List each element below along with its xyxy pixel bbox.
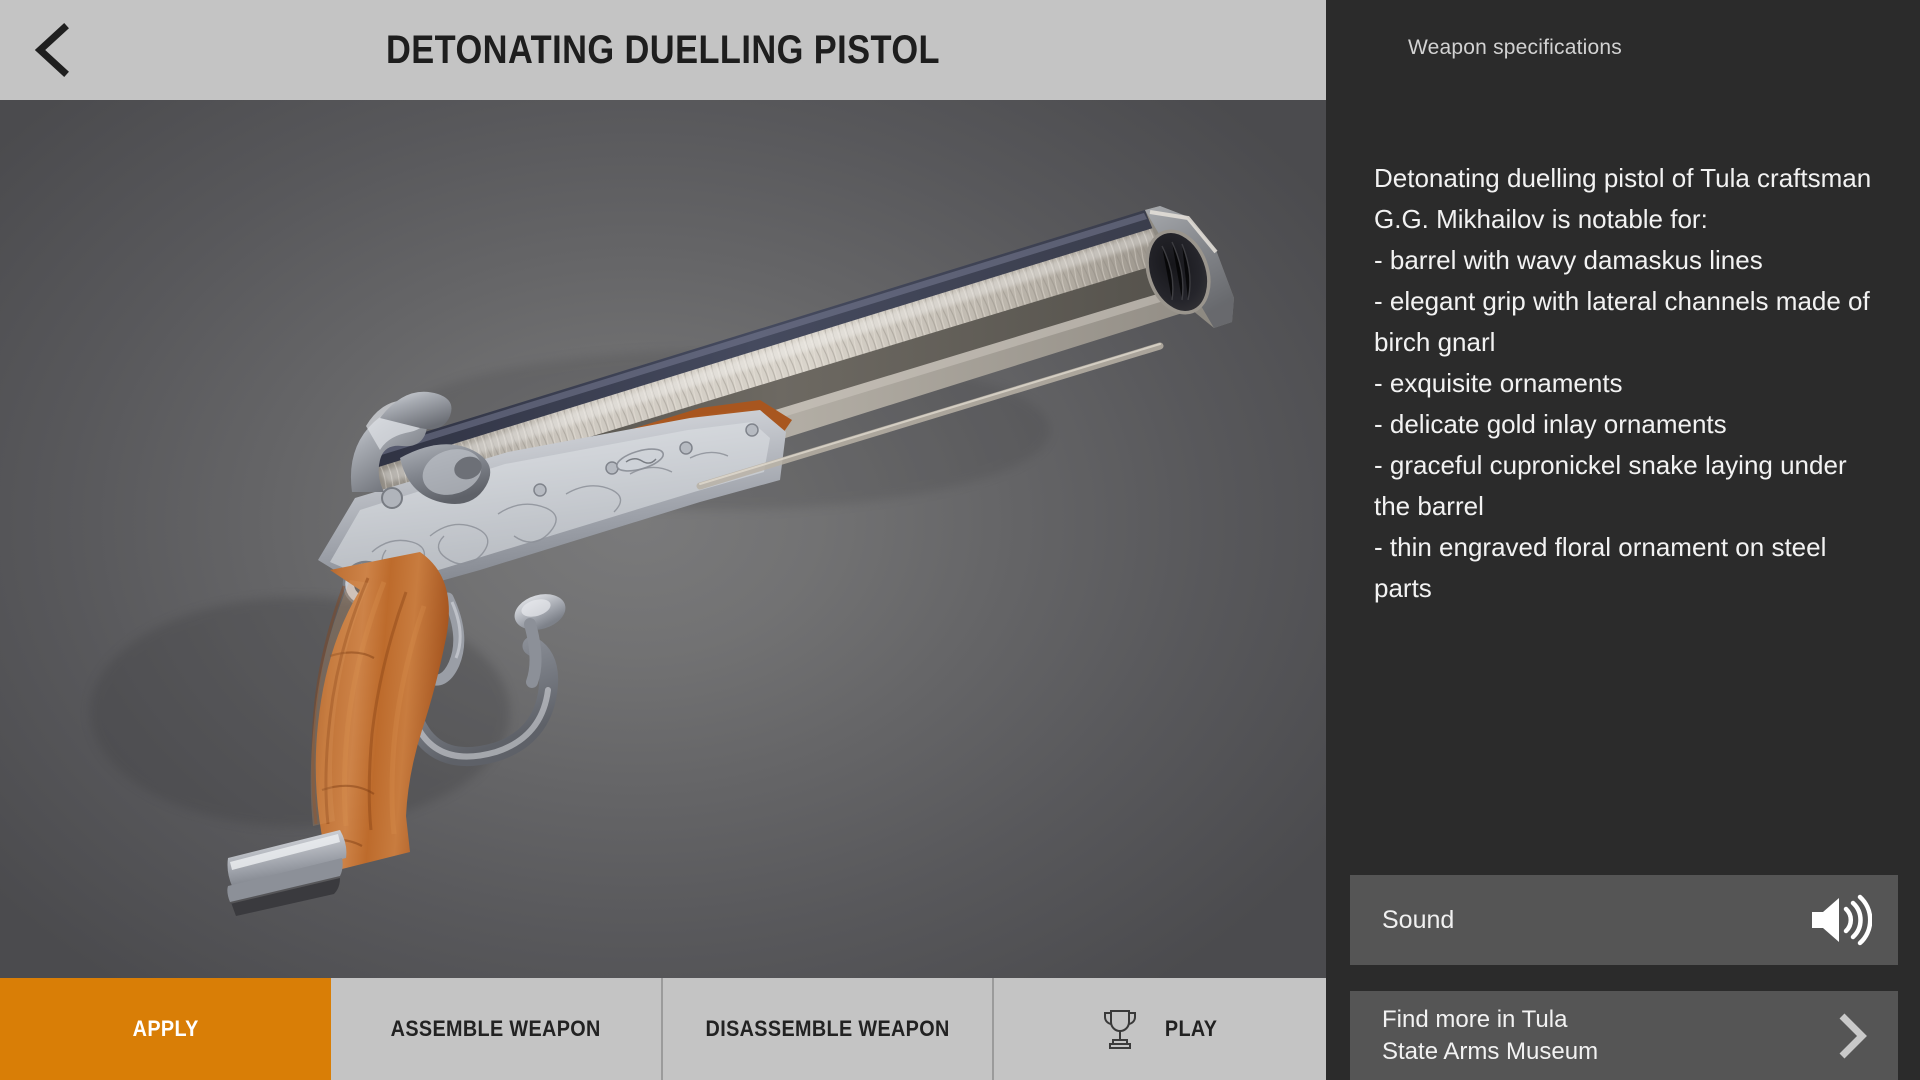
disassemble-weapon-button-label: DISASSEMBLE WEAPON bbox=[705, 1016, 950, 1041]
left-column: DETONATING DUELLING PISTOL APPLY ASSEMBL… bbox=[0, 0, 1326, 1080]
apply-button-label: APPLY bbox=[132, 1016, 199, 1041]
assemble-weapon-button-label: ASSEMBLE WEAPON bbox=[390, 1016, 602, 1041]
museum-link-row[interactable]: Find more in Tula State Arms Museum bbox=[1350, 991, 1898, 1080]
weapon-detail-screen: DETONATING DUELLING PISTOL APPLY ASSEMBL… bbox=[0, 0, 1920, 1080]
apply-button[interactable]: APPLY bbox=[0, 978, 331, 1080]
chevron-right-icon bbox=[1834, 1010, 1870, 1062]
specifications-panel: Weapon specifications Detonating duellin… bbox=[1326, 0, 1920, 1080]
sound-label: Sound bbox=[1382, 905, 1455, 934]
chevron-left-icon bbox=[32, 23, 76, 77]
back-button[interactable] bbox=[14, 10, 94, 90]
trophy-icon bbox=[1100, 1007, 1140, 1051]
header-bar: DETONATING DUELLING PISTOL bbox=[0, 0, 1326, 100]
assemble-weapon-button[interactable]: ASSEMBLE WEAPON bbox=[331, 978, 663, 1080]
pistol-render bbox=[90, 206, 1234, 916]
sound-row[interactable]: Sound bbox=[1350, 875, 1898, 965]
page-title: DETONATING DUELLING PISTOL bbox=[386, 27, 940, 72]
disassemble-weapon-button[interactable]: DISASSEMBLE WEAPON bbox=[663, 978, 994, 1080]
weapon-3d-viewport[interactable] bbox=[0, 100, 1326, 978]
play-button-label: PLAY bbox=[1164, 1016, 1218, 1041]
speaker-volume-icon[interactable] bbox=[1808, 892, 1873, 948]
play-button[interactable]: PLAY bbox=[994, 978, 1326, 1080]
specifications-description: Detonating duelling pistol of Tula craft… bbox=[1374, 163, 1872, 603]
butt-cap bbox=[227, 830, 347, 916]
specifications-title: Weapon specifications bbox=[1408, 36, 1622, 59]
action-bar: APPLY ASSEMBLE WEAPON DISASSEMBLE WEAPON bbox=[0, 978, 1326, 1080]
museum-link-label: Find more in Tula State Arms Museum bbox=[1382, 1005, 1599, 1065]
